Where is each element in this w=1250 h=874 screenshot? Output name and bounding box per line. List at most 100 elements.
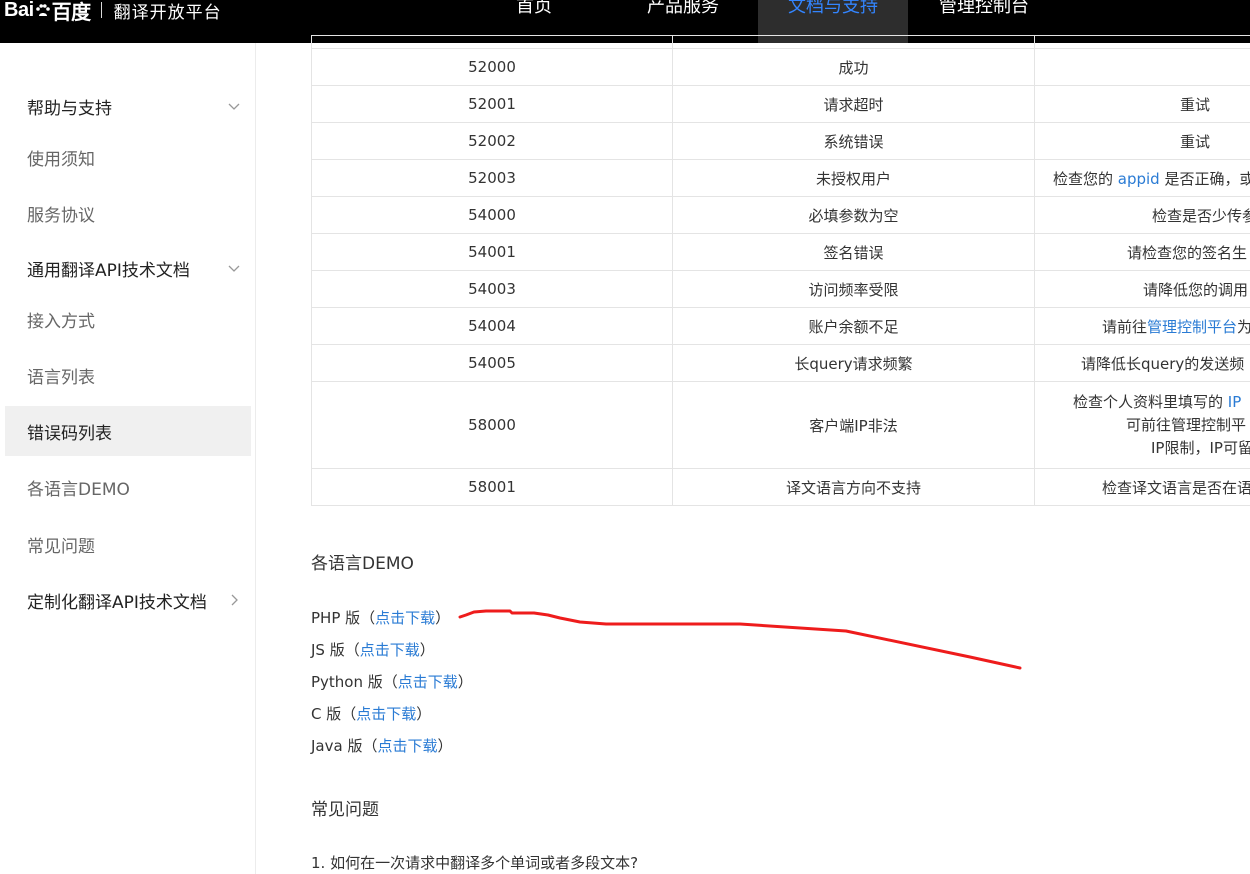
table-header-row-cut (311, 35, 1250, 49)
error-solution-cell: 检查个人资料里填写的 IP 可前往管理控制平 IP限制，IP可留 (1034, 381, 1250, 469)
error-code-cell: 52001 (311, 85, 673, 123)
error-solution-cell: 请前往管理控制平台为 (1034, 307, 1250, 345)
sidebar-item-label: 帮助与支持 (27, 98, 112, 119)
sidebar-group-general-api-docs[interactable]: 通用翻译API技术文档 (5, 243, 251, 293)
demo-paren: （ (362, 737, 378, 755)
sidebar-item-language-list[interactable]: 语言列表 (5, 350, 251, 400)
table-row: 58000 客户端IP非法 检查个人资料里填写的 IP 可前往管理控制平 IP限… (311, 381, 1250, 469)
demo-paren: （ (344, 641, 360, 659)
error-meaning-cell: 未授权用户 (672, 159, 1035, 197)
sidebar-item-label: 常见问题 (27, 536, 95, 557)
console-link[interactable]: 管理控制平台 (1147, 318, 1237, 336)
solution-line: 可前往管理控制平 (1126, 415, 1247, 434)
sidebar-item-label: 语言列表 (27, 367, 95, 388)
error-code-cell: 58000 (311, 381, 673, 469)
table-header-cell (672, 35, 1035, 49)
nav-home-label: 首页 (516, 0, 552, 17)
error-meaning-cell: 签名错误 (672, 233, 1035, 271)
demo-paren: ） (457, 673, 473, 691)
demo-lang-label: PHP 版 (311, 609, 361, 627)
error-solution-cell: 检查是否少传参 (1034, 196, 1250, 234)
demo-lang-label: Java 版 (311, 737, 363, 755)
error-code-cell: 52002 (311, 122, 673, 160)
sidebar-item-label: 定制化翻译API技术文档 (27, 592, 207, 613)
sidebar-item-service-agreement[interactable]: 服务协议 (5, 188, 251, 238)
demo-java: Java 版（点击下载） (311, 735, 453, 756)
sidebar-item-faq[interactable]: 常见问题 (5, 519, 251, 569)
demo-lang-label: Python 版 (311, 673, 383, 691)
solution-text: 请前往 (1102, 317, 1148, 336)
demo-python: Python 版（点击下载） (311, 671, 473, 692)
table-row: 58001 译文语言方向不支持 检查译文语言是否在语 (311, 468, 1250, 506)
demo-lang-label: JS 版 (311, 641, 345, 659)
faq-question[interactable]: 1. 如何在一次请求中翻译多个单词或者多段文本? (311, 852, 638, 873)
table-header-cell (311, 35, 673, 49)
docs-sidebar: 帮助与支持 使用须知 服务协议 通用翻译API技术文档 接入方式 语言列表 错误… (0, 43, 256, 874)
error-meaning-cell: 账户余额不足 (672, 307, 1035, 345)
platform-name: 翻译开放平台 (113, 2, 222, 23)
table-row: 52002 系统错误 重试 (311, 122, 1250, 160)
error-solution-cell (1034, 48, 1250, 86)
sidebar-item-label: 接入方式 (27, 311, 95, 332)
baidu-paw-icon (35, 4, 50, 16)
solution-line: 检查个人资料里填写的 IP (1073, 391, 1250, 414)
error-meaning-cell: 系统错误 (672, 122, 1035, 160)
nav-docs-support-label: 文档与支持 (788, 0, 878, 17)
table-row: 52001 请求超时 重试 (311, 85, 1250, 123)
error-meaning-cell: 译文语言方向不支持 (672, 468, 1035, 506)
chevron-down-icon (228, 265, 240, 272)
python-download-link[interactable]: 点击下载 (398, 673, 458, 691)
appid-link[interactable]: appid (1118, 170, 1160, 188)
sidebar-item-label: 服务协议 (27, 205, 95, 226)
java-download-link[interactable]: 点击下载 (377, 737, 437, 755)
sidebar-item-error-codes[interactable]: 错误码列表 (5, 406, 251, 456)
error-solution-cell: 重试 (1034, 85, 1250, 123)
sidebar-item-access-method[interactable]: 接入方式 (5, 294, 251, 344)
error-code-cell: 54005 (311, 344, 673, 382)
demo-paren: （ (341, 705, 357, 723)
logo-latin: Bai (4, 0, 34, 21)
sidebar-item-label: 使用须知 (27, 149, 95, 170)
error-code-cell: 58001 (311, 468, 673, 506)
demo-paren: ） (419, 641, 435, 659)
error-meaning-cell: 客户端IP非法 (672, 381, 1035, 469)
ip-link[interactable]: IP (1228, 393, 1241, 411)
faq-section-title: 常见问题 (311, 800, 379, 820)
sidebar-group-custom-api-docs[interactable]: 定制化翻译API技术文档 (5, 575, 251, 625)
logo-divider (100, 2, 102, 18)
error-code-cell: 54004 (311, 307, 673, 345)
error-code-cell: 52000 (311, 48, 673, 86)
main-content: 52000 成功 52001 请求超时 重试 52002 系统错误 重试 520… (256, 35, 1250, 874)
baidu-translate-logo[interactable]: Bai 百度 翻译开放平台 (4, 0, 222, 24)
error-meaning-cell: 请求超时 (672, 85, 1035, 123)
sidebar-item-usage-notice[interactable]: 使用须知 (5, 132, 251, 182)
demo-paren: （ (382, 673, 398, 691)
sidebar-group-help-support[interactable]: 帮助与支持 (5, 81, 251, 131)
table-row: 52003 未授权用户 检查您的 appid 是否正确，或 (311, 159, 1250, 197)
chevron-right-icon (231, 594, 238, 606)
table-row: 54001 签名错误 请检查您的签名生 (311, 233, 1250, 271)
table-row: 54003 访问频率受限 请降低您的调用 (311, 270, 1250, 308)
demo-section-title: 各语言DEMO (311, 554, 414, 574)
php-download-link[interactable]: 点击下载 (375, 609, 435, 627)
error-code-cell: 54003 (311, 270, 673, 308)
js-download-link[interactable]: 点击下载 (360, 641, 420, 659)
solution-text: 检查您的 (1053, 169, 1118, 188)
solution-line: IP限制，IP可留 (1151, 438, 1250, 457)
error-code-cell: 54001 (311, 233, 673, 271)
demo-c: C 版（点击下载） (311, 703, 431, 724)
error-solution-cell: 检查您的 appid 是否正确，或 (1034, 159, 1250, 197)
sidebar-item-language-demo[interactable]: 各语言DEMO (5, 462, 251, 512)
chevron-down-icon (228, 103, 240, 110)
table-row: 54000 必填参数为空 检查是否少传参 (311, 196, 1250, 234)
demo-lang-label: C 版 (311, 705, 342, 723)
sidebar-item-label: 错误码列表 (27, 423, 112, 444)
sidebar-item-label: 通用翻译API技术文档 (27, 260, 190, 281)
error-solution-cell: 请检查您的签名生 (1034, 233, 1250, 271)
c-download-link[interactable]: 点击下载 (356, 705, 416, 723)
error-meaning-cell: 长query请求频繁 (672, 344, 1035, 382)
table-row: 54005 长query请求频繁 请降低长query的发送频 (311, 344, 1250, 382)
demo-paren: ） (416, 705, 432, 723)
solution-text: 检查个人资料里填写的 (1073, 392, 1228, 411)
table-row: 54004 账户余额不足 请前往管理控制平台为 (311, 307, 1250, 345)
